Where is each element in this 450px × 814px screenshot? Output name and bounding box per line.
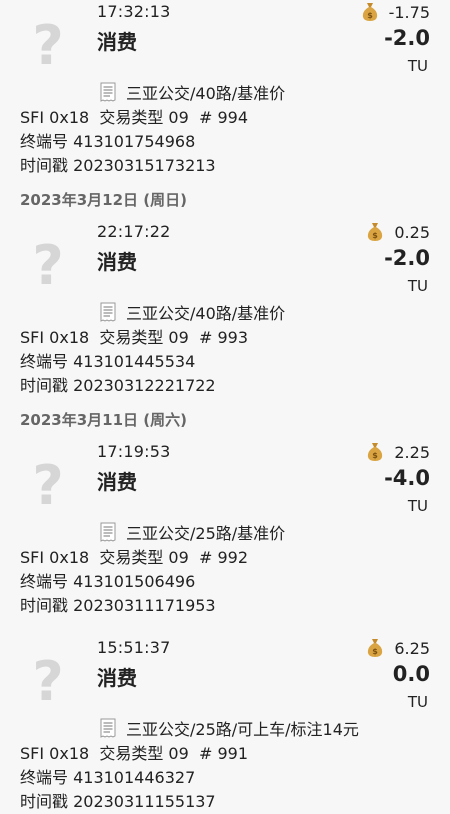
amount-unit: TU [407,497,428,515]
timestamp: 时间戳 20230311155137 [20,792,216,811]
merchant-name: 三亚公交/40路/基准价 [126,84,286,103]
receipt-icon [100,82,116,102]
svg-text:?: ? [32,458,63,514]
amount-unit: TU [407,277,428,295]
merchant-name: 三亚公交/40路/基准价 [126,304,286,323]
timestamp: 时间戳 20230311171953 [20,596,216,615]
transaction-list: ? 17:32:13 消费 $ -1.75 -2.0 TU 三亚公交/40路/基… [0,0,450,814]
balance-group: $ 2.25 [366,442,430,462]
merchant-row: 三亚公交/40路/基准价 [100,300,285,324]
transaction-amount: 0.0 [392,662,430,686]
balance-group: $ 0.25 [366,222,430,242]
question-mark-icon: ? [26,18,70,74]
svg-text:$: $ [373,647,379,656]
merchant-row: 三亚公交/25路/基准价 [100,520,285,544]
money-bag-icon: $ [362,3,377,21]
transaction-amount: -2.0 [384,246,430,270]
transaction-time: 17:19:53 [97,442,171,461]
question-mark-icon: ? [26,238,70,294]
transaction-amount: -4.0 [384,466,430,490]
balance-group: $ -1.75 [361,2,430,22]
terminal-id: 终端号 413101506496 [20,572,196,591]
money-bag-icon: $ [368,223,383,241]
sfi-line: SFI 0x18 交易类型 09 # 991 [20,744,248,763]
transaction-type: 消费 [97,470,137,494]
svg-text:$: $ [373,231,379,240]
timestamp: 时间戳 20230315173213 [20,156,216,175]
receipt-icon [100,522,116,542]
transaction-item[interactable]: ? 17:19:53 消费 $ 2.25 -4.0 TU 三亚公交/25路/基准… [0,436,450,618]
transaction-time: 17:32:13 [97,2,171,21]
money-bag-icon: $ [368,443,383,461]
merchant-row: 三亚公交/25路/可上车/标注14元 [100,716,359,740]
amount-unit: TU [407,57,428,75]
terminal-id: 终端号 413101754968 [20,132,196,151]
receipt-icon [100,302,116,322]
sfi-line: SFI 0x18 交易类型 09 # 994 [20,108,248,127]
balance-value: 0.25 [394,222,430,242]
balance-value: 2.25 [394,442,430,462]
balance-value: 6.25 [394,638,430,658]
balance-value: -1.75 [388,2,430,22]
question-mark-icon: ? [26,654,70,710]
svg-text:?: ? [32,654,63,710]
amount-unit: TU [407,693,428,711]
svg-text:?: ? [32,238,63,294]
terminal-id: 终端号 413101445534 [20,352,196,371]
receipt-icon [100,718,116,738]
transaction-time: 22:17:22 [97,222,171,241]
svg-text:$: $ [367,11,373,20]
transaction-type: 消费 [97,666,137,690]
balance-group: $ 6.25 [366,638,430,658]
transaction-item[interactable]: ? 17:32:13 消费 $ -1.75 -2.0 TU 三亚公交/40路/基… [0,0,450,178]
sfi-line: SFI 0x18 交易类型 09 # 992 [20,548,248,567]
transaction-amount: -2.0 [384,26,430,50]
sfi-line: SFI 0x18 交易类型 09 # 993 [20,328,248,347]
timestamp: 时间戳 20230312221722 [20,376,216,395]
date-header: 2023年3月12日 (周日) [20,191,187,209]
merchant-name: 三亚公交/25路/可上车/标注14元 [126,720,359,739]
transaction-item[interactable]: ? 15:51:37 消费 $ 6.25 0.0 TU 三亚公交/25路/可上车… [0,632,450,814]
question-mark-icon: ? [26,458,70,514]
svg-text:$: $ [373,451,379,460]
money-bag-icon: $ [368,639,383,657]
transaction-type: 消费 [97,30,137,54]
terminal-id: 终端号 413101446327 [20,768,196,787]
svg-text:?: ? [32,18,63,74]
date-header: 2023年3月11日 (周六) [20,411,187,429]
merchant-row: 三亚公交/40路/基准价 [100,80,285,104]
merchant-name: 三亚公交/25路/基准价 [126,524,286,543]
transaction-type: 消费 [97,250,137,274]
transaction-item[interactable]: ? 22:17:22 消费 $ 0.25 -2.0 TU 三亚公交/40路/基准… [0,216,450,398]
transaction-time: 15:51:37 [97,638,171,657]
